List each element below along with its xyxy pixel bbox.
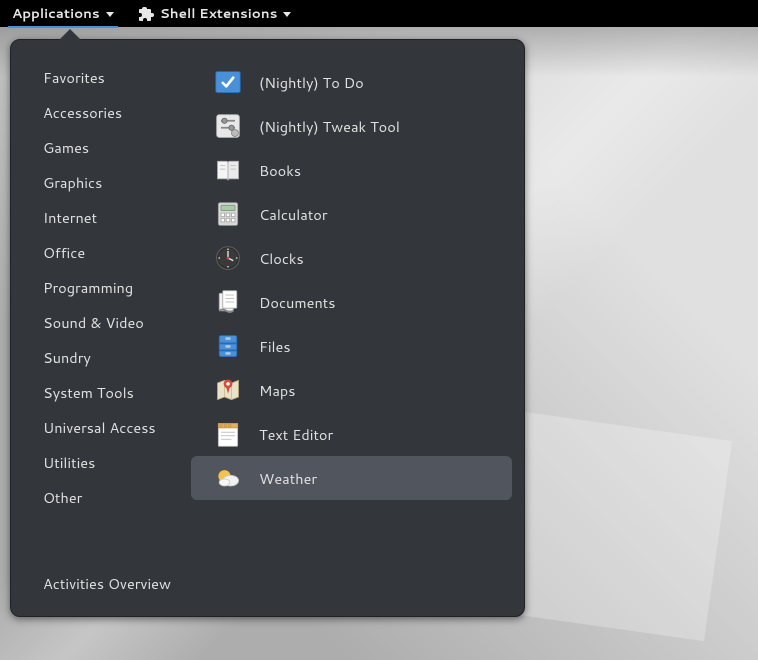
documents-icon xyxy=(213,287,243,317)
category-accessories[interactable]: Accessories xyxy=(11,95,191,130)
app-item-label: (Nightly) Tweak Tool xyxy=(259,116,400,137)
app-item-nightly-tweak-tool[interactable]: (Nightly) Tweak Tool xyxy=(191,104,512,148)
app-item-text-editor[interactable]: Text Editor xyxy=(191,412,512,456)
category-universal-access[interactable]: Universal Access xyxy=(11,410,191,445)
category-sundry[interactable]: Sundry xyxy=(11,340,191,375)
app-item-nightly-to-do[interactable]: (Nightly) To Do xyxy=(191,60,512,104)
top-bar: Applications Shell Extensions xyxy=(0,0,758,27)
applications-label: Applications xyxy=(12,4,100,23)
app-item-files[interactable]: Files xyxy=(191,324,512,368)
chevron-down-icon xyxy=(106,12,114,17)
shell-extensions-button[interactable]: Shell Extensions xyxy=(134,0,296,27)
app-item-label: (Nightly) To Do xyxy=(259,72,364,93)
app-item-label: Documents xyxy=(259,292,335,313)
app-item-documents[interactable]: Documents xyxy=(191,280,512,324)
category-programming[interactable]: Programming xyxy=(11,270,191,305)
app-item-label: Files xyxy=(259,336,291,357)
app-item-maps[interactable]: Maps xyxy=(191,368,512,412)
app-item-clocks[interactable]: Clocks xyxy=(191,236,512,280)
applications-menu-popup: Favorites Accessories Games Graphics Int… xyxy=(10,39,525,617)
category-internet[interactable]: Internet xyxy=(11,200,191,235)
tweaktool-icon xyxy=(213,111,243,141)
category-panel: Favorites Accessories Games Graphics Int… xyxy=(11,40,191,616)
app-item-label: Text Editor xyxy=(259,424,333,445)
app-item-calculator[interactable]: Calculator xyxy=(191,192,512,236)
category-other[interactable]: Other xyxy=(11,480,191,515)
app-item-label: Books xyxy=(259,160,301,181)
shell-extensions-label: Shell Extensions xyxy=(160,4,278,23)
todo-icon xyxy=(213,67,243,97)
chevron-down-icon xyxy=(283,12,291,17)
books-icon xyxy=(213,155,243,185)
calculator-icon xyxy=(213,199,243,229)
category-list: Favorites Accessories Games Graphics Int… xyxy=(11,60,191,566)
applications-menu-button[interactable]: Applications xyxy=(8,1,118,28)
texteditor-icon xyxy=(213,419,243,449)
category-favorites[interactable]: Favorites xyxy=(11,60,191,95)
category-games[interactable]: Games xyxy=(11,130,191,165)
maps-icon xyxy=(213,375,243,405)
app-item-label: Clocks xyxy=(259,248,304,269)
category-sound-video[interactable]: Sound & Video xyxy=(11,305,191,340)
files-icon xyxy=(213,331,243,361)
category-office[interactable]: Office xyxy=(11,235,191,270)
category-utilities[interactable]: Utilities xyxy=(11,445,191,480)
app-item-weather[interactable]: Weather xyxy=(191,456,512,500)
menu-arrow xyxy=(59,29,81,40)
puzzle-icon xyxy=(138,6,154,22)
clocks-icon xyxy=(213,243,243,273)
app-item-books[interactable]: Books xyxy=(191,148,512,192)
activities-overview-button[interactable]: Activities Overview xyxy=(11,566,191,616)
category-graphics[interactable]: Graphics xyxy=(11,165,191,200)
app-item-label: Calculator xyxy=(259,204,328,225)
app-item-label: Maps xyxy=(259,380,295,401)
category-system-tools[interactable]: System Tools xyxy=(11,375,191,410)
weather-icon xyxy=(213,463,243,493)
app-list: (Nightly) To Do (Nightly) Tweak Tool Books… xyxy=(191,40,524,616)
app-item-label: Weather xyxy=(259,468,317,489)
